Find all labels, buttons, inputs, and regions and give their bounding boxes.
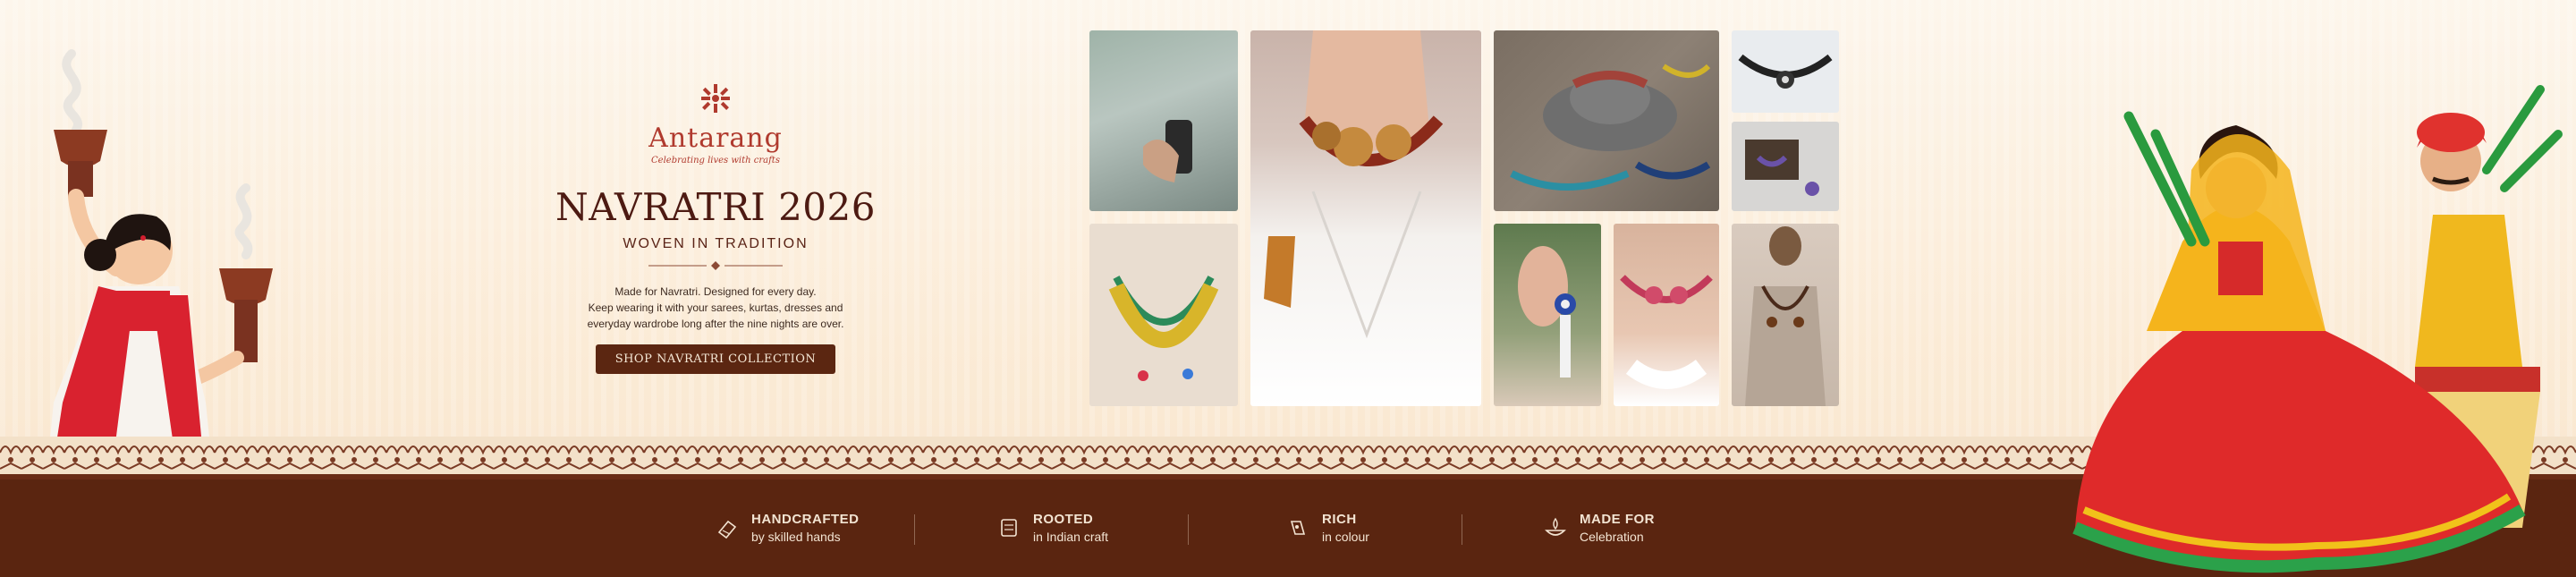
hero-description: Made for Navratri. Designed for every da…: [587, 285, 844, 330]
feature-divider: [914, 514, 915, 545]
diya-icon: [1545, 517, 1566, 536]
hero-section: Antarang Celebrating lives with crafts N…: [537, 81, 894, 374]
image-placeholder: [1108, 276, 1219, 381]
dandiya-dancers-illustration: [2072, 85, 2563, 573]
product-photo-kurta-phone[interactable]: [1089, 30, 1238, 211]
feature-celebration: MADE FOR Celebration: [1544, 510, 1655, 546]
scroll-icon: [1001, 519, 1017, 537]
brand-name: Antarang: [648, 123, 783, 154]
brand-tagline: Celebrating lives with crafts: [651, 156, 780, 165]
image-placeholder: [1620, 275, 1713, 389]
image-placeholder: [1518, 246, 1576, 378]
page-title: NAVRATRI 2026: [555, 185, 876, 229]
feature-divider: [1188, 514, 1189, 545]
product-photo-jewelry-box[interactable]: [1732, 122, 1839, 211]
page-subtitle: WOVEN IN TRADITION: [623, 236, 809, 251]
thread-spool-icon: [717, 520, 737, 539]
image-placeholder: [1745, 226, 1826, 406]
product-photo-necklaces-on-hat[interactable]: [1494, 30, 1719, 211]
product-photo-tassel-necklace[interactable]: [1732, 224, 1839, 406]
product-photo-choker-white-dress[interactable]: [1250, 30, 1481, 406]
image-placeholder: [1264, 30, 1444, 339]
product-photo-earring[interactable]: [1494, 224, 1601, 406]
product-photo-yellow-necklace[interactable]: [1089, 224, 1238, 406]
brand-logo-icon: [701, 84, 730, 113]
feature-rich: RICH in colour: [1286, 510, 1369, 546]
image-placeholder: [1510, 64, 1711, 191]
product-photo-black-choker[interactable]: [1732, 30, 1839, 113]
image-placeholder: [1143, 120, 1192, 182]
palette-icon: [1290, 521, 1306, 535]
shop-collection-button[interactable]: SHOP NAVRATRI COLLECTION: [595, 344, 836, 374]
navratri-banner: Antarang Celebrating lives with crafts N…: [0, 0, 2576, 577]
feature-handcrafted: HANDCRAFTED by skilled hands: [716, 510, 860, 546]
product-photo-pink-choker[interactable]: [1614, 224, 1719, 406]
image-placeholder: [1745, 140, 1819, 196]
ornament-divider-icon: [648, 261, 783, 270]
image-placeholder: [1738, 54, 1833, 89]
feature-rooted: ROOTED in Indian craft: [997, 510, 1108, 546]
